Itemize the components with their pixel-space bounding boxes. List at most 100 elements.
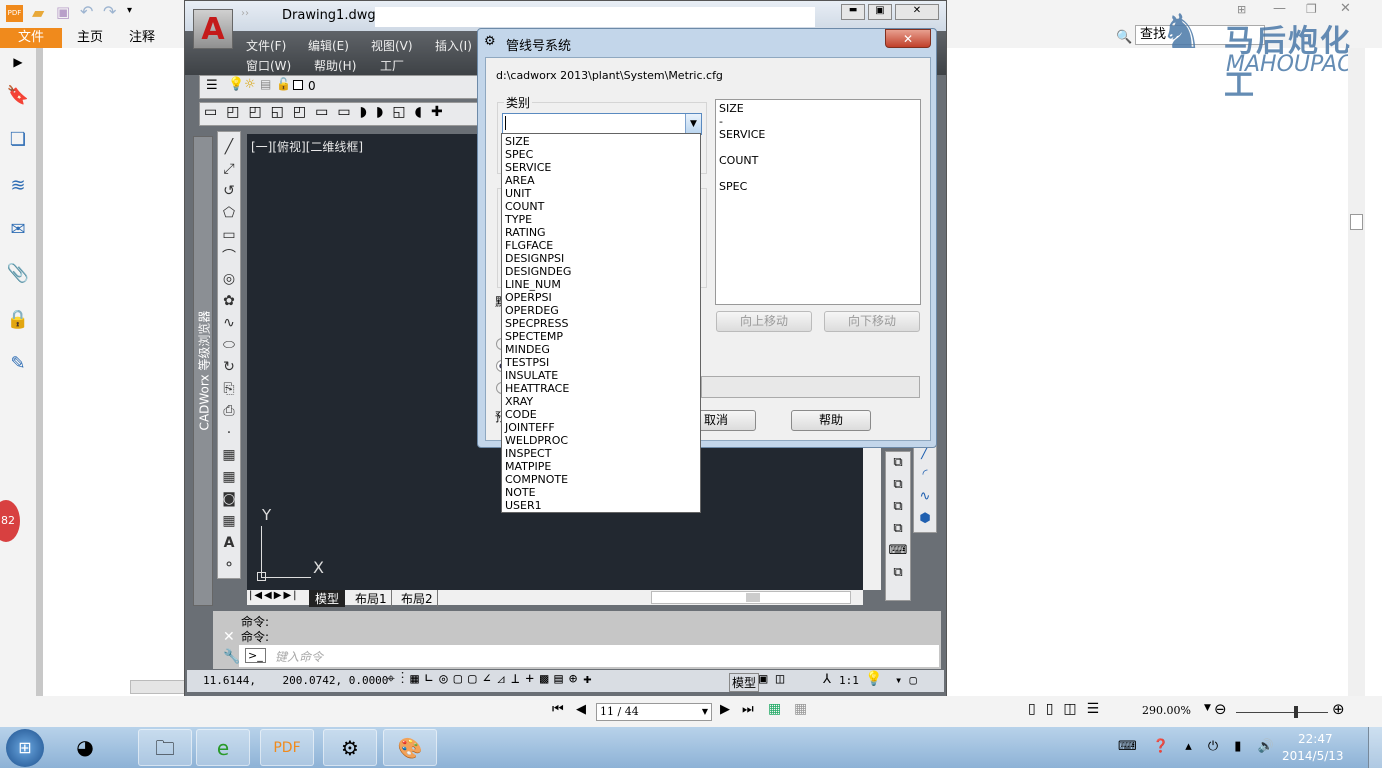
hscroll-thumb[interactable] — [746, 593, 760, 602]
category-dropdown-list[interactable]: SIZE SPEC SERVICE AREA UNIT COUNT TYPE RATING FL… — [501, 133, 701, 513]
tab-file[interactable]: 文件 — [0, 28, 62, 48]
page-dropdown-icon[interactable]: ▼ — [702, 704, 708, 720]
dropdown-option[interactable]: SPEC — [505, 148, 700, 161]
zoom-slider[interactable] — [1236, 712, 1328, 713]
drawing-hscrollbar[interactable] — [651, 591, 851, 604]
cad-maximize-button[interactable]: ▣ — [868, 4, 892, 20]
dropdown-option[interactable]: TYPE — [505, 213, 700, 226]
selected-fields-list[interactable]: SIZE - SERVICE COUNT SPEC — [715, 99, 921, 305]
menu-window[interactable]: 窗口(W) — [246, 57, 291, 74]
clean-screen-icon[interactable]: ▾ ▢ — [895, 673, 917, 687]
move-up-button[interactable]: 向上移动 — [716, 311, 812, 332]
zoom-slider-handle[interactable] — [1294, 706, 1298, 718]
dropdown-option[interactable]: SIZE — [505, 135, 700, 148]
bookmark-icon[interactable]: 🔖 — [6, 84, 30, 108]
autocad-logo-button[interactable]: A — [193, 9, 233, 49]
list-item[interactable]: SIZE — [719, 102, 917, 115]
pdf-reader-icon[interactable]: PDF — [260, 729, 314, 766]
browser-icon[interactable]: e — [196, 729, 250, 766]
category-combobox[interactable]: ▼ — [502, 113, 702, 135]
lock-icon[interactable]: 🔒 — [6, 308, 30, 332]
previous-page-icon[interactable]: ◀ — [576, 702, 586, 717]
system-tray-icons[interactable]: ⌨ ❓ ▴ ⏻ ▮ 🔊 — [1118, 739, 1280, 754]
tab-model[interactable]: 模型 — [309, 590, 346, 607]
cadworx-icon[interactable]: ⚙ — [323, 729, 377, 766]
lightbulb-icon[interactable]: 💡 — [228, 77, 244, 92]
scroll-thumb[interactable] — [1350, 214, 1363, 230]
sidebar-splitter[interactable] — [36, 48, 43, 698]
dropdown-option[interactable]: COUNT — [505, 200, 700, 213]
unlock-icon[interactable]: 🔓 — [276, 77, 291, 91]
tab-nav-arrows[interactable]: |◀◀▶▶| — [249, 590, 299, 601]
spec-browser-panel[interactable]: CADWorx 等级浏览器 — [193, 136, 213, 606]
layers-icon[interactable]: ≋ — [6, 174, 30, 198]
redo-icon[interactable]: ↷ — [103, 2, 116, 21]
dropdown-option[interactable]: DESIGNDEG — [505, 265, 700, 278]
next-page-icon[interactable]: ▶ — [720, 702, 730, 717]
command-prompt-icon[interactable]: >_ — [245, 648, 266, 663]
clock-date[interactable]: 2014/5/13 — [1282, 749, 1344, 763]
cad-title-search[interactable] — [375, 7, 815, 27]
signature-icon[interactable]: ✎ — [6, 352, 30, 376]
dropdown-option[interactable]: SPECPRESS — [505, 317, 700, 330]
dropdown-option[interactable]: FLGFACE — [505, 239, 700, 252]
list-item[interactable] — [719, 167, 917, 180]
dropdown-option[interactable]: DESIGNPSI — [505, 252, 700, 265]
dropdown-option[interactable]: INSULATE — [505, 369, 700, 382]
dropdown-option[interactable]: AREA — [505, 174, 700, 187]
insert-page-icon[interactable]: ▦ — [794, 701, 807, 717]
zoom-in-icon[interactable]: ⊕ — [1332, 700, 1345, 718]
attachment-icon[interactable]: 📎 — [6, 262, 30, 286]
command-input[interactable]: >_ 键入命令 — [239, 645, 939, 667]
show-desktop-button[interactable] — [1368, 727, 1382, 768]
list-item[interactable]: SPEC — [719, 180, 917, 193]
open-folder-icon[interactable]: ▰ — [32, 3, 44, 22]
zoom-level[interactable]: 290.00% — [1142, 704, 1191, 717]
vertical-scrollbar[interactable] — [1348, 48, 1365, 698]
list-item[interactable] — [719, 141, 917, 154]
close-command-icon[interactable]: ✕ — [223, 629, 235, 645]
page-layout-icons[interactable]: ▯▯◫☰ — [1028, 701, 1109, 717]
help-button[interactable]: 帮助 — [791, 410, 871, 431]
explorer-icon[interactable]: 🗀 — [138, 729, 192, 766]
menu-file[interactable]: 文件(F) — [246, 37, 286, 54]
quick-access-expand-icon[interactable]: ›› — [241, 8, 249, 19]
list-item[interactable]: SERVICE — [719, 128, 917, 141]
paint-icon[interactable]: 🎨 — [383, 729, 437, 766]
model-space-button[interactable]: 模型 — [729, 673, 760, 692]
dropdown-option[interactable]: XRAY — [505, 395, 700, 408]
start-button[interactable]: ⊞ — [6, 729, 44, 767]
dropdown-option[interactable]: JOINTEFF — [505, 421, 700, 434]
comments-icon[interactable]: ✉ — [6, 218, 30, 242]
dropdown-option[interactable]: INSPECT — [505, 447, 700, 460]
dropdown-option[interactable]: LINE_NUM — [505, 278, 700, 291]
cad-minimize-button[interactable]: ▬ — [841, 4, 865, 20]
menu-help[interactable]: 帮助(H) — [314, 57, 356, 74]
dropdown-option[interactable]: USER1 — [505, 499, 700, 512]
horizontal-scroll-thumb[interactable] — [130, 680, 186, 694]
layer-manager-icon[interactable]: ☰ — [206, 78, 218, 93]
clock-time[interactable]: 22:47 — [1298, 732, 1333, 746]
menu-view[interactable]: 视图(V) — [371, 37, 413, 54]
piping-tool-icons[interactable]: ▭◰◰◱◰▭▭◗◗◱◖✚ — [204, 104, 452, 120]
dropdown-option[interactable]: CODE — [505, 408, 700, 421]
menu-edit[interactable]: 编辑(E) — [308, 37, 349, 54]
dialog-close-button[interactable]: ✕ — [885, 29, 931, 48]
tab-layout2[interactable]: 布局2 — [397, 590, 438, 607]
dropdown-option[interactable]: OPERDEG — [505, 304, 700, 317]
list-item[interactable]: COUNT — [719, 154, 917, 167]
save-icon[interactable]: ▣ — [56, 3, 70, 21]
last-page-icon[interactable]: ⏭ — [742, 702, 754, 717]
dropdown-option[interactable]: MINDEG — [505, 343, 700, 356]
dropdown-option[interactable]: RATING — [505, 226, 700, 239]
sun-icon[interactable]: ☼ — [244, 77, 256, 92]
tab-annotate[interactable]: 注释 — [120, 28, 164, 48]
3d-toolbar[interactable]: ╱ ◜ ∿ ⬢ — [913, 441, 937, 533]
dropdown-option[interactable]: OPERPSI — [505, 291, 700, 304]
annotation-scale-icon[interactable]: ⅄ — [823, 672, 831, 687]
viewport-controls[interactable]: [一][俯视][二维线框] — [251, 138, 363, 155]
move-down-button[interactable]: 向下移动 — [824, 311, 920, 332]
layer-name[interactable]: 0 — [308, 79, 316, 93]
dropdown-option[interactable]: COMPNOTE — [505, 473, 700, 486]
undo-icon[interactable]: ↶ — [80, 2, 93, 21]
